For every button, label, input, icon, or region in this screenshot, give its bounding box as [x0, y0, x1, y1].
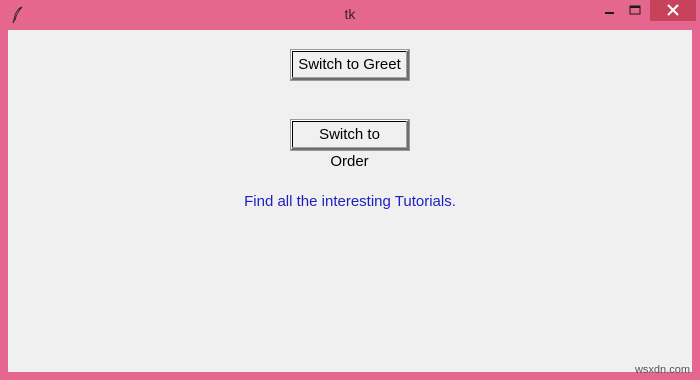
minimize-icon	[605, 12, 614, 14]
watermark: wsxdn.com	[634, 364, 690, 376]
window-title: tk	[344, 6, 356, 22]
minimize-button[interactable]	[601, 0, 618, 21]
maximize-button[interactable]	[623, 0, 647, 21]
close-button[interactable]	[650, 0, 696, 21]
app-window: tk Switch to Greet Switch to Order Find …	[0, 0, 700, 380]
window-content: Switch to Greet Switch to Order Find all…	[8, 30, 692, 372]
switch-to-greet-button[interactable]: Switch to Greet	[290, 49, 410, 81]
close-icon	[667, 4, 679, 16]
title-bar[interactable]: tk	[0, 0, 700, 30]
switch-to-order-button[interactable]: Switch to Order	[290, 119, 410, 170]
tutorials-message: Find all the interesting Tutorials.	[244, 193, 456, 210]
maximize-icon	[629, 5, 641, 15]
